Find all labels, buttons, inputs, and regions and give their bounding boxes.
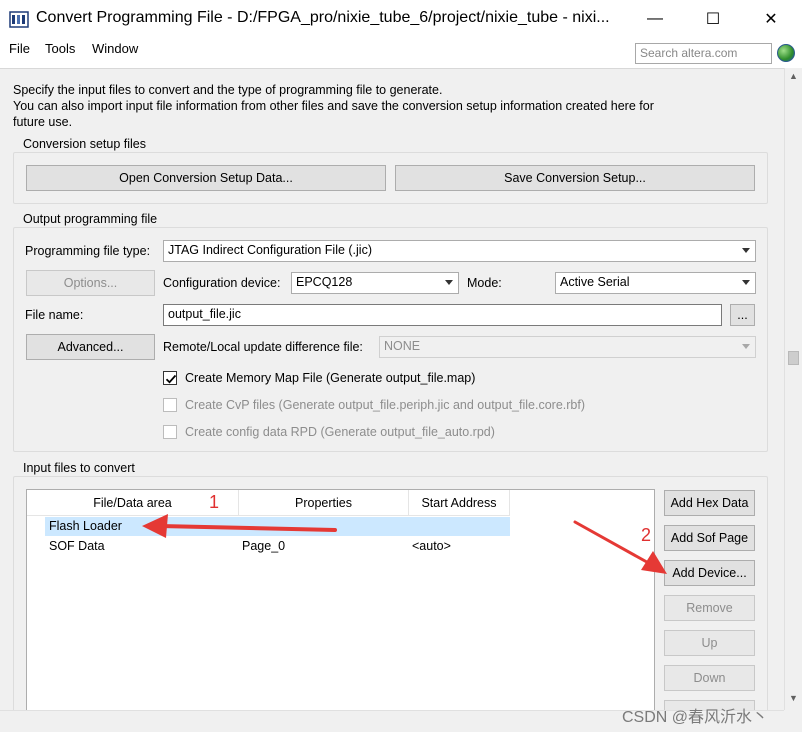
globe-icon[interactable] — [777, 44, 795, 62]
main-content: Specify the input files to convert and t… — [0, 68, 784, 721]
watermark-text: CSDN @春风沂水丶 — [622, 709, 769, 726]
title-bar: Convert Programming File - D:/FPGA_pro/n… — [0, 0, 802, 38]
configuration-device-select[interactable]: EPCQ128 — [291, 272, 459, 294]
remove-button[interactable]: Remove — [664, 595, 755, 621]
create-config-rpd-label: Create config data RPD (Generate output_… — [185, 425, 495, 439]
menu-file[interactable]: File — [9, 41, 30, 56]
intro-text: Specify the input files to convert and t… — [13, 82, 713, 130]
intro-line-1: Specify the input files to convert and t… — [13, 83, 443, 97]
chevron-down-icon — [742, 280, 750, 285]
menu-bar: File Tools Window Search altera.com — [0, 38, 802, 68]
up-button[interactable]: Up — [664, 630, 755, 656]
save-conversion-setup-button[interactable]: Save Conversion Setup... — [395, 165, 755, 191]
conversion-setup-label: Conversion setup files — [21, 137, 148, 151]
intro-line-2: You can also import input file informati… — [13, 99, 654, 113]
annotation-step-1: 1 — [209, 492, 220, 512]
programming-file-type-select[interactable]: JTAG Indirect Configuration File (.jic) — [163, 240, 756, 262]
add-sof-page-button[interactable]: Add Sof Page — [664, 525, 755, 551]
vertical-scrollbar[interactable]: ▲ ▼ — [784, 68, 802, 710]
scroll-thumb[interactable] — [788, 351, 799, 365]
output-programming-label: Output programming file — [21, 212, 160, 226]
search-input[interactable]: Search altera.com — [635, 43, 772, 64]
annotation-step-2: 2 — [641, 525, 652, 545]
mode-value: Active Serial — [560, 275, 630, 289]
scrollbar-corner — [784, 710, 802, 732]
create-cvp-files-checkbox[interactable] — [163, 398, 177, 412]
programming-file-type-label: Programming file type: — [25, 244, 151, 258]
checkmark-icon — [165, 374, 177, 384]
column-header-properties[interactable]: Properties — [239, 490, 409, 516]
intro-line-3: future use. — [13, 115, 73, 129]
add-device-button[interactable]: Add Device... — [664, 560, 755, 586]
menu-window[interactable]: Window — [92, 41, 138, 56]
advanced-button[interactable]: Advanced... — [26, 334, 155, 360]
configuration-device-value: EPCQ128 — [296, 275, 353, 289]
remote-local-update-label: Remote/Local update difference file: — [163, 340, 363, 354]
column-header-start-address[interactable]: Start Address — [409, 490, 510, 516]
minimize-button[interactable]: — — [626, 0, 684, 38]
file-name-input[interactable]: output_file.jic — [163, 304, 722, 326]
remote-local-update-value: NONE — [384, 339, 421, 353]
down-button[interactable]: Down — [664, 665, 755, 691]
minimize-icon: — — [647, 10, 663, 27]
maximize-button[interactable]: ☐ — [684, 0, 742, 38]
quartus-app-icon — [9, 9, 29, 29]
browse-button[interactable]: ... — [730, 304, 755, 326]
mode-select[interactable]: Active Serial — [555, 272, 756, 294]
window-title: Convert Programming File - D:/FPGA_pro/n… — [36, 9, 610, 26]
create-config-rpd-checkbox[interactable] — [163, 425, 177, 439]
create-memory-map-checkbox[interactable] — [163, 371, 177, 385]
open-conversion-setup-button[interactable]: Open Conversion Setup Data... — [26, 165, 386, 191]
table-cell-area: Flash Loader — [49, 519, 122, 533]
input-files-label: Input files to convert — [21, 461, 137, 475]
configuration-device-label: Configuration device: — [163, 276, 281, 290]
input-files-table[interactable]: File/Data area Properties Start Address … — [26, 489, 655, 711]
add-hex-data-button[interactable]: Add Hex Data — [664, 490, 755, 516]
table-cell-properties: Page_0 — [242, 539, 286, 553]
menu-tools[interactable]: Tools — [45, 41, 75, 56]
mode-label: Mode: — [467, 276, 502, 290]
table-cell-area: SOF Data — [49, 539, 105, 553]
options-button[interactable]: Options... — [26, 270, 155, 296]
close-button[interactable]: ✕ — [742, 0, 800, 38]
scroll-up-icon[interactable]: ▲ — [785, 68, 802, 85]
chevron-down-icon — [742, 248, 750, 253]
remote-local-update-select[interactable]: NONE — [379, 336, 756, 358]
create-cvp-files-label: Create CvP files (Generate output_file.p… — [185, 398, 585, 412]
chevron-down-icon — [742, 344, 750, 349]
scroll-down-icon[interactable]: ▼ — [785, 690, 802, 707]
table-cell-start: <auto> — [412, 539, 451, 553]
chevron-down-icon — [445, 280, 453, 285]
create-memory-map-label: Create Memory Map File (Generate output_… — [185, 371, 476, 385]
file-name-label: File name: — [25, 308, 84, 322]
programming-file-type-value: JTAG Indirect Configuration File (.jic) — [168, 243, 372, 257]
close-icon: ✕ — [764, 11, 778, 28]
maximize-icon: ☐ — [705, 11, 721, 28]
column-header-file-data-area[interactable]: File/Data area — [27, 490, 239, 516]
